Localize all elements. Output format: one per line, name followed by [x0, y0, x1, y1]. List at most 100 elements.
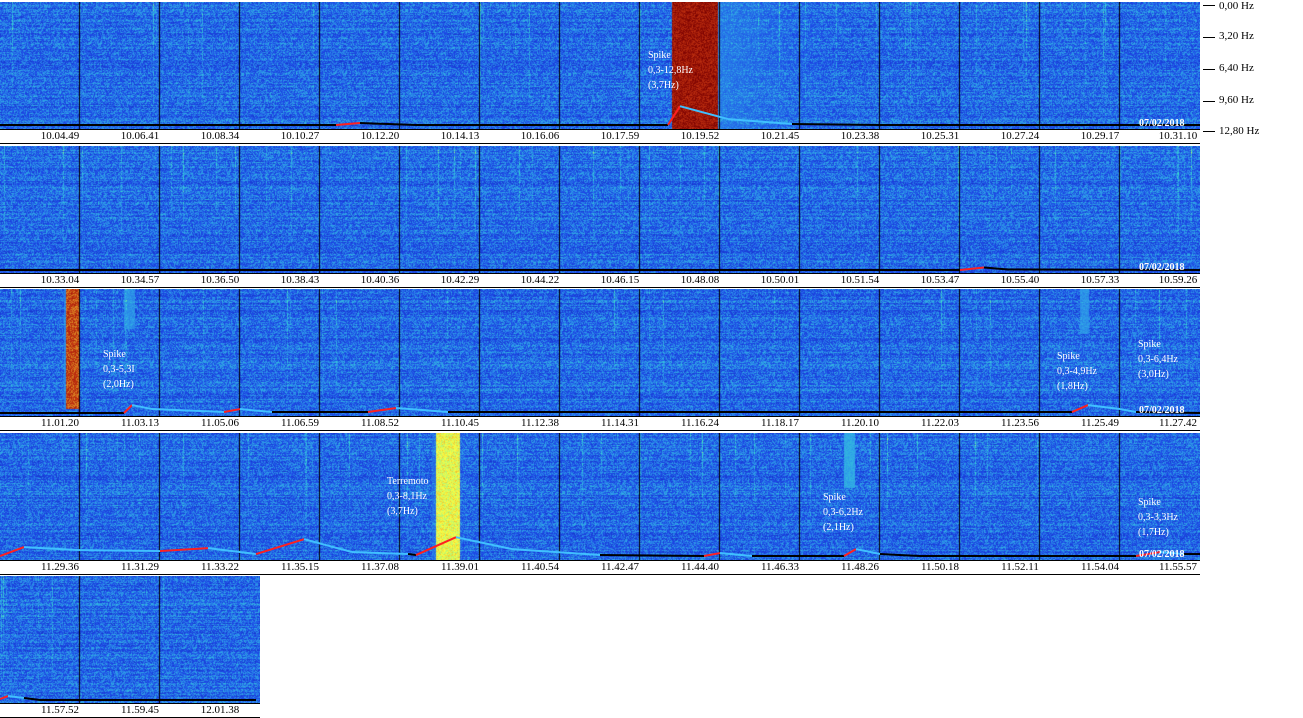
amplitude-trace-segment [24, 698, 40, 700]
time-tick-label: 11.40.54 [521, 561, 559, 574]
event-annotation-line: 0,3-8,1Hz [387, 489, 429, 504]
event-annotation-line: Terremoto [387, 474, 429, 489]
amplitude-trace-segment [336, 123, 360, 125]
amplitude-trace-segment [512, 549, 600, 555]
frequency-label: 12,80 Hz [1219, 125, 1259, 137]
time-tick-label: 11.06.59 [281, 417, 319, 430]
amplitude-trace-segment [132, 405, 152, 409]
time-axis-bar: 10.04.4910.06.4110.08.3410.10.2710.12.20… [0, 129, 1200, 144]
event-annotation-line: (1,8Hz) [1057, 379, 1097, 394]
time-tick-label: 11.23.56 [1001, 417, 1039, 430]
event-annotation-line: Spike [1057, 349, 1097, 364]
time-axis-bar: 11.29.3611.31.2911.33.2211.35.1511.37.08… [0, 560, 1200, 575]
frequency-tick-mark [1203, 131, 1215, 132]
event-annotation-line: (3,0Hz) [1138, 367, 1178, 382]
time-tick-label: 10.08.34 [201, 130, 240, 143]
time-tick-label: 10.14.13 [441, 130, 480, 143]
amplitude-trace-segment [8, 696, 24, 698]
amplitude-trace-segment [24, 547, 80, 550]
spectrogram-row: 10.04.4910.06.4110.08.3410.10.2710.12.20… [0, 2, 1200, 143]
amplitude-trace-segment [680, 106, 728, 119]
time-tick-label: 11.54.04 [1081, 561, 1119, 574]
event-annotation-line: 0,3-12,8Hz [648, 63, 693, 78]
amplitude-trace-segment [1072, 405, 1088, 412]
event-annotation: Terremoto0,3-8,1Hz(3,7Hz) [387, 474, 429, 519]
time-tick-label: 11.44.40 [681, 561, 719, 574]
time-tick-label: 10.36.50 [201, 274, 240, 287]
event-annotation-line: Spike [103, 347, 135, 362]
time-tick-label: 10.50.01 [761, 274, 800, 287]
time-tick-label: 10.27.24 [1001, 130, 1040, 143]
time-tick-label: 11.37.08 [361, 561, 399, 574]
time-axis-bar: 10.33.0410.34.5710.36.5010.38.4310.40.36… [0, 273, 1200, 288]
time-tick-label: 10.53.47 [921, 274, 960, 287]
frequency-tick-mark [1203, 5, 1215, 6]
amplitude-trace-segment [0, 547, 24, 556]
date-label: 07/02/2018 [1139, 262, 1185, 273]
event-annotation-line: (3,7Hz) [387, 504, 429, 519]
event-annotation-line: 0,3-6,4Hz [1138, 352, 1178, 367]
time-tick-label: 11.27.42 [1159, 417, 1197, 430]
date-label: 07/02/2018 [1139, 405, 1185, 416]
time-tick-label: 11.12.38 [521, 417, 559, 430]
amplitude-trace-segment [856, 549, 880, 554]
event-annotation: Spike0,3-6,4Hz(3,0Hz) [1138, 337, 1178, 382]
amplitude-trace-segment [80, 550, 160, 551]
event-annotation-line: Spike [823, 490, 863, 505]
time-tick-label: 11.29.36 [41, 561, 79, 574]
time-tick-label: 11.20.10 [841, 417, 879, 430]
event-annotation-line: Spike [1138, 337, 1178, 352]
time-tick-label: 10.31.10 [1159, 130, 1198, 143]
time-tick-label: 10.51.54 [841, 274, 880, 287]
time-tick-label: 10.48.08 [681, 274, 720, 287]
event-annotation: Spike0,3-12,8Hz(3,7Hz) [648, 48, 693, 93]
time-tick-label: 11.16.24 [681, 417, 719, 430]
time-tick-label: 11.18.17 [761, 417, 799, 430]
amplitude-trace-segment [456, 537, 512, 549]
frequency-label: 9,60 Hz [1219, 94, 1254, 106]
time-axis-bar: 11.01.2011.03.1311.05.0611.06.5911.08.52… [0, 416, 1200, 431]
event-annotation-line: (3,7Hz) [648, 78, 693, 93]
time-tick-label: 10.46.15 [601, 274, 640, 287]
amplitude-trace-segment [368, 408, 396, 412]
spectrogram-row: 11.01.2011.03.1311.05.0611.06.5911.08.52… [0, 289, 1200, 430]
time-tick-label: 10.59.26 [1159, 274, 1198, 287]
amplitude-trace-segment [668, 106, 680, 125]
time-tick-label: 11.25.49 [1081, 417, 1119, 430]
spectrogram-row: 11.57.5211.59.4512.01.38 [0, 576, 260, 717]
frequency-tick-mark [1203, 69, 1215, 70]
time-tick-label: 11.48.26 [841, 561, 879, 574]
time-tick-label: 10.06.41 [121, 130, 160, 143]
event-annotation: Spike0,3-4,9Hz(1,8Hz) [1057, 349, 1097, 394]
event-annotation-line: 0,3-5,3I [103, 362, 135, 377]
time-tick-label: 10.33.04 [41, 274, 80, 287]
amplitude-trace-layer [0, 2, 1200, 129]
time-tick-label: 10.29.17 [1081, 130, 1120, 143]
event-annotation-line: Spike [648, 48, 693, 63]
event-annotation: Spike0,3-5,3I(2,0Hz) [103, 347, 135, 392]
amplitude-trace-segment [880, 554, 920, 556]
time-tick-label: 10.42.29 [441, 274, 480, 287]
amplitude-trace-segment [304, 539, 352, 552]
amplitude-trace-segment [1120, 409, 1136, 412]
frequency-tick-mark [1203, 37, 1215, 38]
frequency-tick-mark [1203, 101, 1215, 102]
amplitude-trace-segment [1088, 405, 1120, 409]
amplitude-trace-segment [960, 268, 984, 270]
amplitude-trace-segment [256, 539, 304, 554]
event-annotation-line: (2,1Hz) [823, 520, 863, 535]
event-annotation-line: (2,0Hz) [103, 377, 135, 392]
event-annotation: Spike0,3-3,3Hz(1,7Hz) [1138, 495, 1178, 540]
amplitude-trace-segment [396, 408, 448, 412]
event-annotation-line: (1,7Hz) [1138, 525, 1178, 540]
amplitude-trace-segment [728, 119, 792, 124]
amplitude-trace-segment [352, 552, 408, 554]
time-tick-label: 10.17.59 [601, 130, 640, 143]
amplitude-trace-segment [0, 696, 8, 699]
time-tick-label: 11.14.31 [601, 417, 639, 430]
time-tick-label: 11.46.33 [761, 561, 799, 574]
amplitude-trace-segment [704, 553, 720, 556]
time-tick-label: 10.25.31 [921, 130, 960, 143]
amplitude-trace-segment [160, 548, 208, 551]
time-tick-label: 10.04.49 [41, 130, 80, 143]
